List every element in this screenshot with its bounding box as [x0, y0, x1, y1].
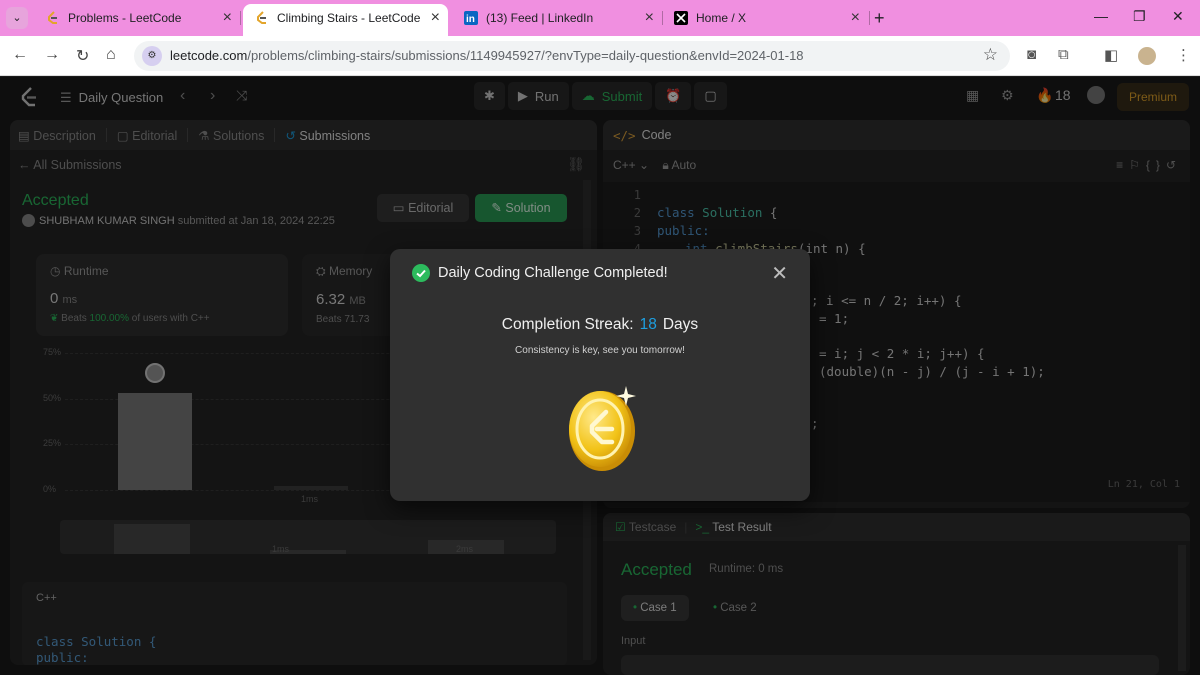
extensions-icon[interactable]: ⧉	[1058, 46, 1069, 63]
daily-challenge-modal: Daily Coding Challenge Completed! ✕ Comp…	[390, 249, 810, 501]
gold-coin-icon	[569, 386, 636, 471]
close-icon[interactable]: ✕	[771, 261, 788, 286]
browser-tab-linkedin[interactable]: in (13) Feed | LinkedIn ×	[452, 4, 662, 32]
x-favicon-icon	[674, 11, 688, 25]
address-bar[interactable]: ⚙ leetcode.com/problems/climbing-stairs/…	[134, 41, 1010, 71]
side-panel-icon[interactable]: ◧	[1104, 46, 1118, 64]
browser-tab-title: Problems - LeetCode	[68, 11, 182, 25]
close-tab-icon[interactable]: ×	[223, 4, 232, 32]
url-host: leetcode.com	[170, 48, 248, 63]
leetcode-favicon-icon	[48, 11, 57, 24]
browser-tab-title: Climbing Stairs - LeetCode	[277, 11, 421, 25]
close-tab-icon[interactable]: ×	[431, 4, 440, 32]
camera-icon[interactable]: ◙	[1027, 46, 1036, 63]
streak-unit: Days	[662, 316, 699, 333]
streak-value: 18	[639, 316, 657, 333]
tab-divider	[240, 11, 241, 25]
linkedin-favicon-icon: in	[464, 11, 478, 25]
close-tab-icon[interactable]: ×	[645, 4, 654, 32]
modal-title: Daily Coding Challenge Completed!	[438, 265, 668, 281]
url-path: /problems/climbing-stairs/submissions/11…	[247, 48, 804, 63]
tab-search-icon[interactable]: ⌄	[6, 7, 28, 29]
browser-tab-title: (13) Feed | LinkedIn	[486, 11, 594, 25]
browser-tab-problems[interactable]: Problems - LeetCode ×	[34, 4, 240, 32]
svg-text:in: in	[466, 14, 475, 25]
close-tab-icon[interactable]: ×	[851, 4, 860, 32]
profile-avatar[interactable]	[1138, 47, 1156, 65]
reload-icon[interactable]: ↻	[76, 46, 89, 66]
browser-tab-title: Home / X	[696, 11, 747, 25]
browser-tab-climbing-stairs[interactable]: Climbing Stairs - LeetCode ×	[243, 4, 448, 36]
home-icon[interactable]: ⌂	[106, 46, 116, 64]
browser-toolbar: ← → ↻ ⌂ ⚙ leetcode.com/problems/climbing…	[0, 36, 1200, 76]
chrome-menu-icon[interactable]: ⋮	[1176, 46, 1191, 64]
back-icon[interactable]: ←	[12, 46, 28, 64]
browser-tab-x[interactable]: Home / X ×	[662, 4, 868, 32]
bookmark-star-icon[interactable]: ☆	[983, 45, 998, 65]
site-info-icon[interactable]: ⚙	[142, 46, 162, 66]
restore-icon[interactable]: ❐	[1133, 8, 1146, 25]
streak-label: Completion Streak:	[501, 316, 634, 333]
url-text[interactable]: leetcode.com/problems/climbing-stairs/su…	[170, 48, 804, 63]
check-circle-icon	[412, 264, 430, 282]
tab-divider	[869, 11, 870, 25]
forward-icon[interactable]: →	[44, 46, 60, 64]
new-tab-icon[interactable]: +	[874, 4, 885, 32]
modal-subtitle: Consistency is key, see you tomorrow!	[515, 345, 685, 356]
browser-tabstrip: ⌄ Problems - LeetCode × Climbing Stairs …	[0, 0, 1200, 36]
completion-streak: Completion Streak: 18 Days	[390, 316, 810, 334]
leetcode-favicon-icon	[257, 11, 266, 24]
window-close-icon[interactable]: ✕	[1172, 8, 1184, 25]
minimize-icon[interactable]: —	[1094, 8, 1108, 24]
